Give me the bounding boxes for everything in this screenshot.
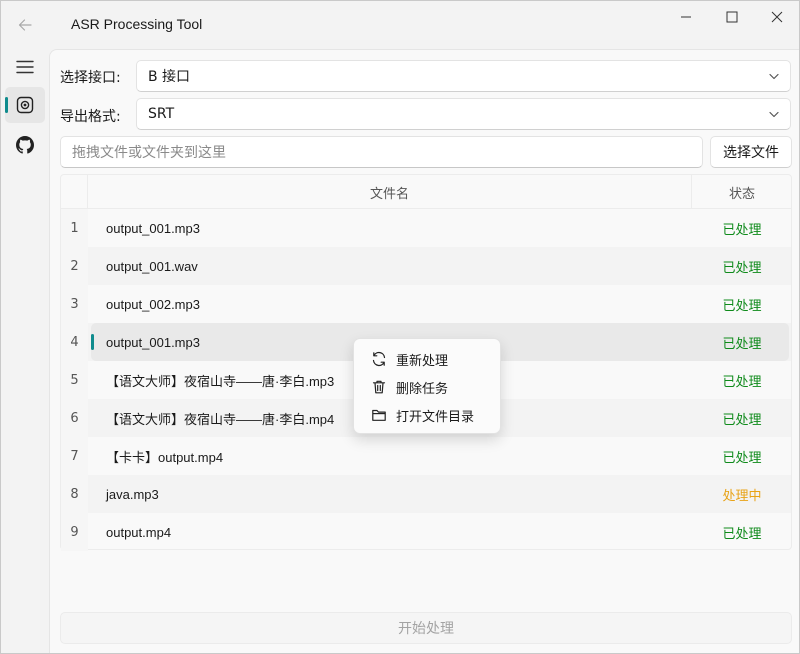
file-name: output_001.wav [106,258,198,274]
row-index: 8 [61,475,88,513]
table-row[interactable]: 1 output_001.mp3 已处理 [61,209,791,247]
minimize-icon [681,16,691,18]
row-index: 5 [61,361,88,399]
row-index: 7 [61,437,88,475]
filename-header[interactable]: 文件名 [88,175,692,209]
asr-record-icon [16,96,34,114]
start-processing-button[interactable]: 开始处理 [60,612,792,644]
status-text: 已处理 [722,526,762,542]
status-text: 已处理 [722,412,762,428]
status-text: 已处理 [722,298,762,314]
table-row[interactable]: 2 output_001.wav 已处理 [61,247,791,285]
file-name: output_002.mp3 [106,296,200,312]
status-text: 已处理 [722,450,762,466]
maximize-icon [726,11,738,23]
row-index: 4 [61,323,88,361]
row-index: 1 [61,209,88,247]
minimize-button[interactable] [663,1,709,33]
app-window: ASR Processing Tool 选择接口: B 接口 导出格式: SRT [0,0,800,654]
file-name: 【语文大师】夜宿山寺——唐·李白.mp3 [106,373,335,389]
maximize-button[interactable] [709,1,755,33]
file-name: output_001.mp3 [106,334,200,350]
file-name: output_001.mp3 [106,220,200,236]
nav-item-github[interactable] [5,127,45,163]
file-name: java.mp3 [106,486,159,502]
nav-menu-button[interactable] [5,49,45,85]
interface-select-value: B 接口 [148,69,191,85]
drop-path-input[interactable]: 拖拽文件或文件夹到这里 [60,136,703,168]
status-text: 已处理 [722,374,762,390]
back-button[interactable] [9,9,41,41]
arrow-left-icon [18,19,32,31]
trash-icon [371,379,387,395]
choose-file-button[interactable]: 选择文件 [710,136,792,168]
row-index: 9 [61,513,88,551]
close-button[interactable] [754,1,799,33]
file-name: output.mp4 [106,524,172,540]
menu-item-label: 删除任务 [396,382,449,397]
menu-item-label: 打开文件目录 [396,410,475,425]
navigation-rail [1,45,49,653]
menu-item-reprocess[interactable]: 重新处理 [358,345,498,373]
interface-label: 选择接口: [60,70,121,86]
table-row[interactable]: 3 output_002.mp3 已处理 [61,285,791,323]
menu-item-delete-task[interactable]: 删除任务 [358,373,498,401]
format-select-value: SRT [148,106,175,122]
nav-item-asr[interactable] [5,87,45,123]
chevron-down-icon [769,111,779,118]
file-name: 【卡卡】output.mp4 [106,449,224,465]
table-row[interactable]: 7 【卡卡】output.mp4 已处理 [61,437,791,475]
file-name: 【语文大师】夜宿山寺——唐·李白.mp4 [106,411,335,427]
refresh-icon [371,351,387,367]
menu-item-label: 重新处理 [396,354,449,369]
status-text: 已处理 [722,336,762,352]
table-row[interactable]: 9 output.mp4 已处理 [61,513,791,551]
status-text: 已处理 [722,222,762,238]
status-text: 已处理 [722,260,762,276]
table-row[interactable]: 8 java.mp3 处理中 [61,475,791,513]
drop-path-placeholder: 拖拽文件或文件夹到这里 [72,145,226,161]
close-icon [771,11,783,23]
table-header: 文件名 状态 [61,175,791,209]
app-title: ASR Processing Tool [71,16,203,32]
selection-indicator [91,334,94,350]
index-header [61,175,88,209]
row-index: 2 [61,247,88,285]
format-select[interactable]: SRT [136,98,791,130]
github-icon [16,136,34,154]
status-header[interactable]: 状态 [693,175,791,209]
folder-icon [371,407,387,423]
interface-select[interactable]: B 接口 [136,60,791,92]
hamburger-menu-icon [16,60,34,74]
format-label: 导出格式: [60,109,121,125]
row-index: 6 [61,399,88,437]
context-menu: 重新处理 删除任务 打开文件目录 [353,338,501,434]
row-index: 3 [61,285,88,323]
menu-item-open-folder[interactable]: 打开文件目录 [358,401,498,429]
status-text: 处理中 [722,488,762,504]
title-bar: ASR Processing Tool [1,1,799,49]
chevron-down-icon [769,73,779,80]
